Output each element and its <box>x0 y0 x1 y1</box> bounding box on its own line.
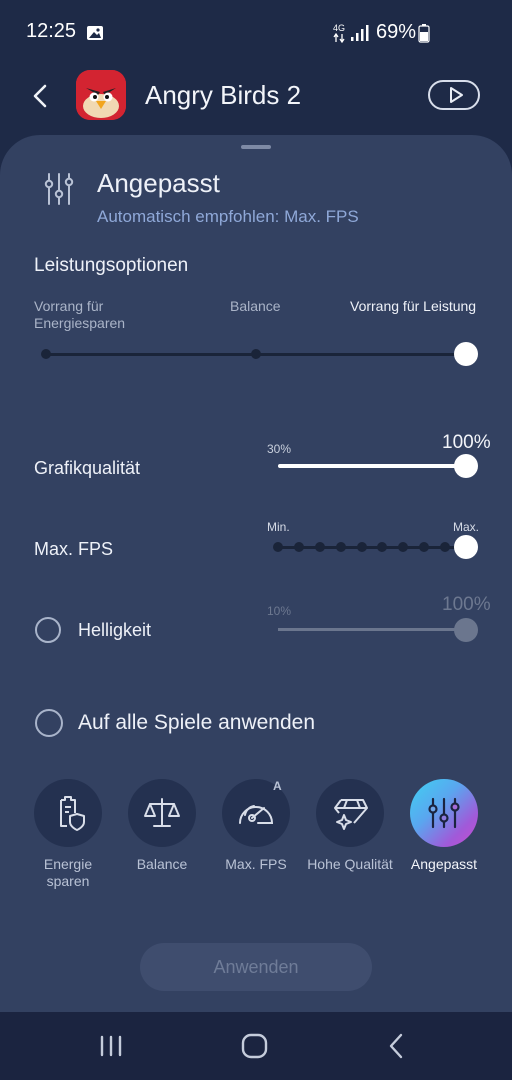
mode-high-quality[interactable] <box>316 779 384 847</box>
brightness-slider-knob <box>454 618 478 642</box>
fps-label: Max. FPS <box>34 539 114 559</box>
fps-track[interactable] <box>278 546 466 549</box>
mode-max-fps-label: Max. FPS <box>225 856 287 872</box>
performance-section-title: Leistungsoptionen <box>34 255 189 276</box>
play-icon <box>450 87 463 103</box>
option-power-saving[interactable]: Vorrang für Energiesparen <box>34 298 154 332</box>
mode-custom[interactable] <box>410 779 478 847</box>
mode-energy-label: Energie sparen <box>43 856 93 889</box>
status-time: 12:25 <box>26 20 77 42</box>
graphics-value: 100% <box>442 432 491 453</box>
sliders-icon <box>44 173 74 205</box>
gallery-notification-icon <box>87 26 103 40</box>
graphics-slider-knob[interactable] <box>454 454 478 478</box>
mode-energy-saving[interactable] <box>34 779 102 847</box>
auto-badge: A <box>273 779 282 793</box>
fps-max-label: Max. <box>453 520 480 534</box>
performance-step-1[interactable] <box>41 349 51 359</box>
fps-step-dot[interactable] <box>356 542 367 552</box>
mode-high-quality-label: Hohe Qualität <box>307 856 393 872</box>
fps-step-dot[interactable] <box>293 542 304 552</box>
home-icon[interactable] <box>240 1032 270 1060</box>
data-arrows-icon <box>333 33 345 43</box>
fps-min-label: Min. <box>267 520 290 534</box>
graphics-label: Grafikqualität <box>34 458 141 478</box>
brightness-value: 100% <box>442 594 491 615</box>
brightness-min-label: 10% <box>267 604 292 618</box>
brightness-checkbox[interactable] <box>35 617 61 643</box>
mode-balance[interactable] <box>128 779 196 847</box>
profile-title: Angepasst <box>97 168 220 198</box>
drag-handle[interactable] <box>241 145 271 149</box>
performance-slider-knob[interactable] <box>454 342 478 366</box>
recent-apps-icon[interactable] <box>98 1034 126 1058</box>
profile-subtitle: Automatisch empfohlen: Max. FPS <box>97 207 359 226</box>
sliders-icon <box>428 797 460 829</box>
option-balance[interactable]: Balance <box>230 298 281 314</box>
apply-button[interactable]: Anwenden <box>140 943 372 991</box>
fps-step-dot[interactable] <box>314 542 325 552</box>
mode-custom-label: Angepasst <box>410 856 478 872</box>
network-type: 4G <box>333 23 346 33</box>
brightness-label: Helligkeit <box>78 620 152 640</box>
graphics-slider-track[interactable] <box>278 464 468 468</box>
graphics-min-label: 30% <box>267 442 292 456</box>
brightness-slider-track <box>278 628 466 631</box>
apply-all-label[interactable]: Auf alle Spiele anwenden <box>78 711 315 735</box>
nav-back-icon[interactable] <box>386 1032 406 1060</box>
back-arrow-icon[interactable] <box>30 83 50 109</box>
mode-balance-label: Balance <box>136 856 188 872</box>
app-icon <box>76 70 126 120</box>
angry-bird-icon <box>76 70 126 120</box>
performance-step-2[interactable] <box>251 349 261 359</box>
battery-percent: 69% <box>376 21 417 43</box>
apply-all-checkbox[interactable] <box>35 709 63 737</box>
app-title: Angry Birds 2 <box>145 80 302 110</box>
battery-shield-icon <box>60 796 85 831</box>
signal-icon <box>351 25 369 41</box>
play-button[interactable] <box>428 80 480 110</box>
battery-icon <box>418 24 430 43</box>
fps-step-dot[interactable] <box>273 542 283 552</box>
option-performance[interactable]: Vorrang für Leistung <box>350 298 476 314</box>
fps-step-dot[interactable] <box>335 542 346 552</box>
diamond-icon <box>334 799 368 830</box>
scale-icon <box>144 798 180 827</box>
fps-slider-knob[interactable] <box>454 535 478 559</box>
speedometer-icon <box>239 805 274 824</box>
